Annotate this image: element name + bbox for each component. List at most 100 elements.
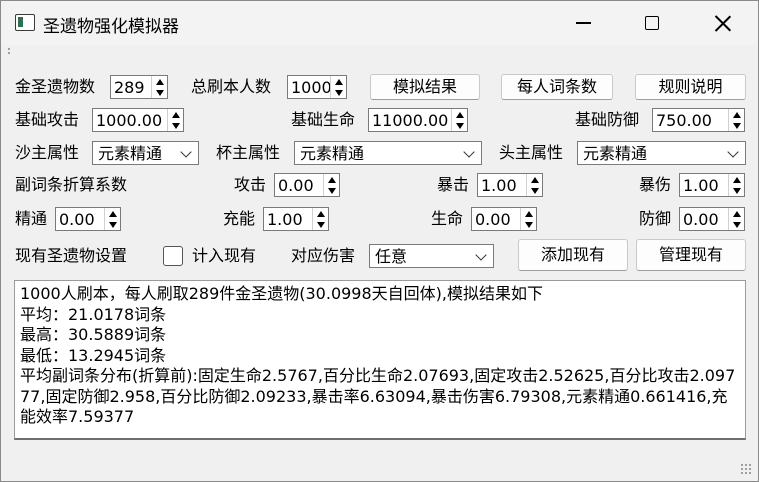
per-person-stats-button[interactable]: 每人词条数 [501,74,613,100]
atk-coef-spinbox[interactable]: 0.00 [274,173,340,197]
er-coef-spinbox[interactable]: 1.00 [263,207,329,231]
artifact-count-label: 金圣遗物数 [15,77,96,96]
resize-grip-icon[interactable] [740,463,752,475]
spin-up-icon[interactable] [105,208,120,219]
include-current-label[interactable]: 计入现有 [192,245,256,267]
crit-rate-coef-spinbox[interactable]: 1.00 [477,173,543,197]
result-summary-line: 1000人刷本，每人刷取289件金圣遗物(30.0998天自回体),模拟结果如下 [20,284,543,303]
goblet-main-stat-value: 元素精通 [300,144,365,163]
spin-up-icon[interactable] [152,76,167,87]
goblet-main-stat-select[interactable]: 元素精通 [294,141,482,165]
artifact-count-spinbox[interactable]: 289 [110,75,168,99]
spin-up-icon[interactable] [168,109,183,120]
spin-arrows [520,208,536,230]
base-hp-spinbox[interactable]: 11000.00 [368,108,468,132]
spin-down-icon[interactable] [729,185,744,196]
spin-up-icon[interactable] [452,109,467,120]
total-runs-value: 1000 [291,78,332,97]
total-runs-label: 总刷本人数 [191,77,272,96]
spin-arrows [167,109,183,131]
base-atk-value: 1000.00 [96,111,163,130]
base-atk-label: 基础攻击 [15,110,80,129]
spin-down-icon[interactable] [331,87,346,98]
toolbar-grip-icon [7,47,11,55]
spin-down-icon[interactable] [729,219,744,230]
spin-arrows [330,76,346,98]
spin-down-icon[interactable] [729,120,744,131]
base-hp-value: 11000.00 [372,111,449,130]
spin-down-icon[interactable] [527,185,542,196]
spin-arrows [312,208,328,230]
spin-up-icon[interactable] [729,174,744,185]
spin-down-icon[interactable] [324,185,339,196]
hp-coef-spinbox[interactable]: 0.00 [471,207,537,231]
em-coef-spinbox[interactable]: 0.00 [55,207,121,231]
circlet-main-stat-select[interactable]: 元素精通 [577,141,746,165]
em-coef-value: 0.00 [59,210,95,229]
maximize-button[interactable] [629,1,675,45]
include-current-checkbox[interactable] [163,246,183,266]
chevron-down-icon [463,146,475,158]
spin-up-icon[interactable] [331,76,346,87]
manage-current-button[interactable]: 管理现有 [636,239,746,271]
spin-down-icon[interactable] [105,219,120,230]
result-distribution-line: 平均副词条分布(折算前):固定生命2.5767,百分比生命2.07693,固定攻… [20,366,736,426]
artifact-count-value: 289 [114,78,145,97]
base-atk-spinbox[interactable]: 1000.00 [92,108,184,132]
er-coef-label: 充能 [223,209,256,228]
sands-main-stat-select[interactable]: 元素精通 [92,141,199,165]
spin-down-icon[interactable] [521,219,536,230]
damage-type-select[interactable]: 任意 [369,244,494,268]
maximize-icon [645,16,659,30]
spin-arrows [451,109,467,131]
damage-type-value: 任意 [375,247,408,266]
spin-down-icon[interactable] [452,120,467,131]
spin-up-icon[interactable] [324,174,339,185]
atk-coef-value: 0.00 [278,176,314,195]
base-hp-label: 基础生命 [291,110,356,129]
crit-dmg-coef-spinbox[interactable]: 1.00 [679,173,745,197]
result-average-line: 平均：21.0178词条 [20,304,167,324]
minimize-button[interactable] [560,1,606,45]
chevron-down-icon [727,146,739,158]
spin-down-icon[interactable] [168,120,183,131]
spin-up-icon[interactable] [729,208,744,219]
circlet-main-stat-label: 头主属性 [499,143,564,162]
sands-main-stat-label: 沙主属性 [15,143,80,162]
spin-arrows [728,109,744,131]
close-icon [715,15,731,31]
spin-down-icon[interactable] [313,219,328,230]
def-coef-value: 0.00 [683,210,719,229]
result-textbox[interactable]: 1000人刷本，每人刷取289件金圣遗物(30.0998天自回体),模拟结果如下… [14,280,746,440]
crit-rate-coef-label: 暴击 [437,175,470,194]
spin-up-icon[interactable] [521,208,536,219]
close-button[interactable] [700,1,746,45]
spin-up-icon[interactable] [313,208,328,219]
chevron-down-icon [475,249,487,261]
add-current-button[interactable]: 添加现有 [518,239,628,271]
hp-coef-label: 生命 [431,209,464,228]
damage-type-label: 对应伤害 [291,246,356,265]
spin-arrows [151,76,167,98]
atk-coef-label: 攻击 [234,175,267,194]
spin-down-icon[interactable] [152,87,167,98]
goblet-main-stat-label: 杯主属性 [216,143,281,162]
current-artifact-setup-label: 现有圣遗物设置 [15,246,128,265]
sands-main-stat-value: 元素精通 [98,144,163,163]
spin-arrows [728,174,744,196]
total-runs-spinbox[interactable]: 1000 [287,75,347,99]
title-bar[interactable]: 圣遗物强化模拟器 [1,1,758,45]
app-icon [15,14,35,31]
base-def-spinbox[interactable]: 750.00 [652,108,745,132]
crit-rate-coef-value: 1.00 [481,176,517,195]
rules-button[interactable]: 规则说明 [635,74,746,100]
hp-coef-value: 0.00 [475,210,511,229]
chevron-down-icon [180,146,192,158]
simulate-button[interactable]: 模拟结果 [370,74,480,100]
result-max-line: 最高：30.5889词条 [20,325,167,344]
app-window: 圣遗物强化模拟器 金圣遗物数 289 总刷本人数 1000 模拟结果 每人词条数… [0,0,759,482]
crit-dmg-coef-value: 1.00 [683,176,719,195]
spin-up-icon[interactable] [729,109,744,120]
def-coef-spinbox[interactable]: 0.00 [679,207,745,231]
spin-up-icon[interactable] [527,174,542,185]
